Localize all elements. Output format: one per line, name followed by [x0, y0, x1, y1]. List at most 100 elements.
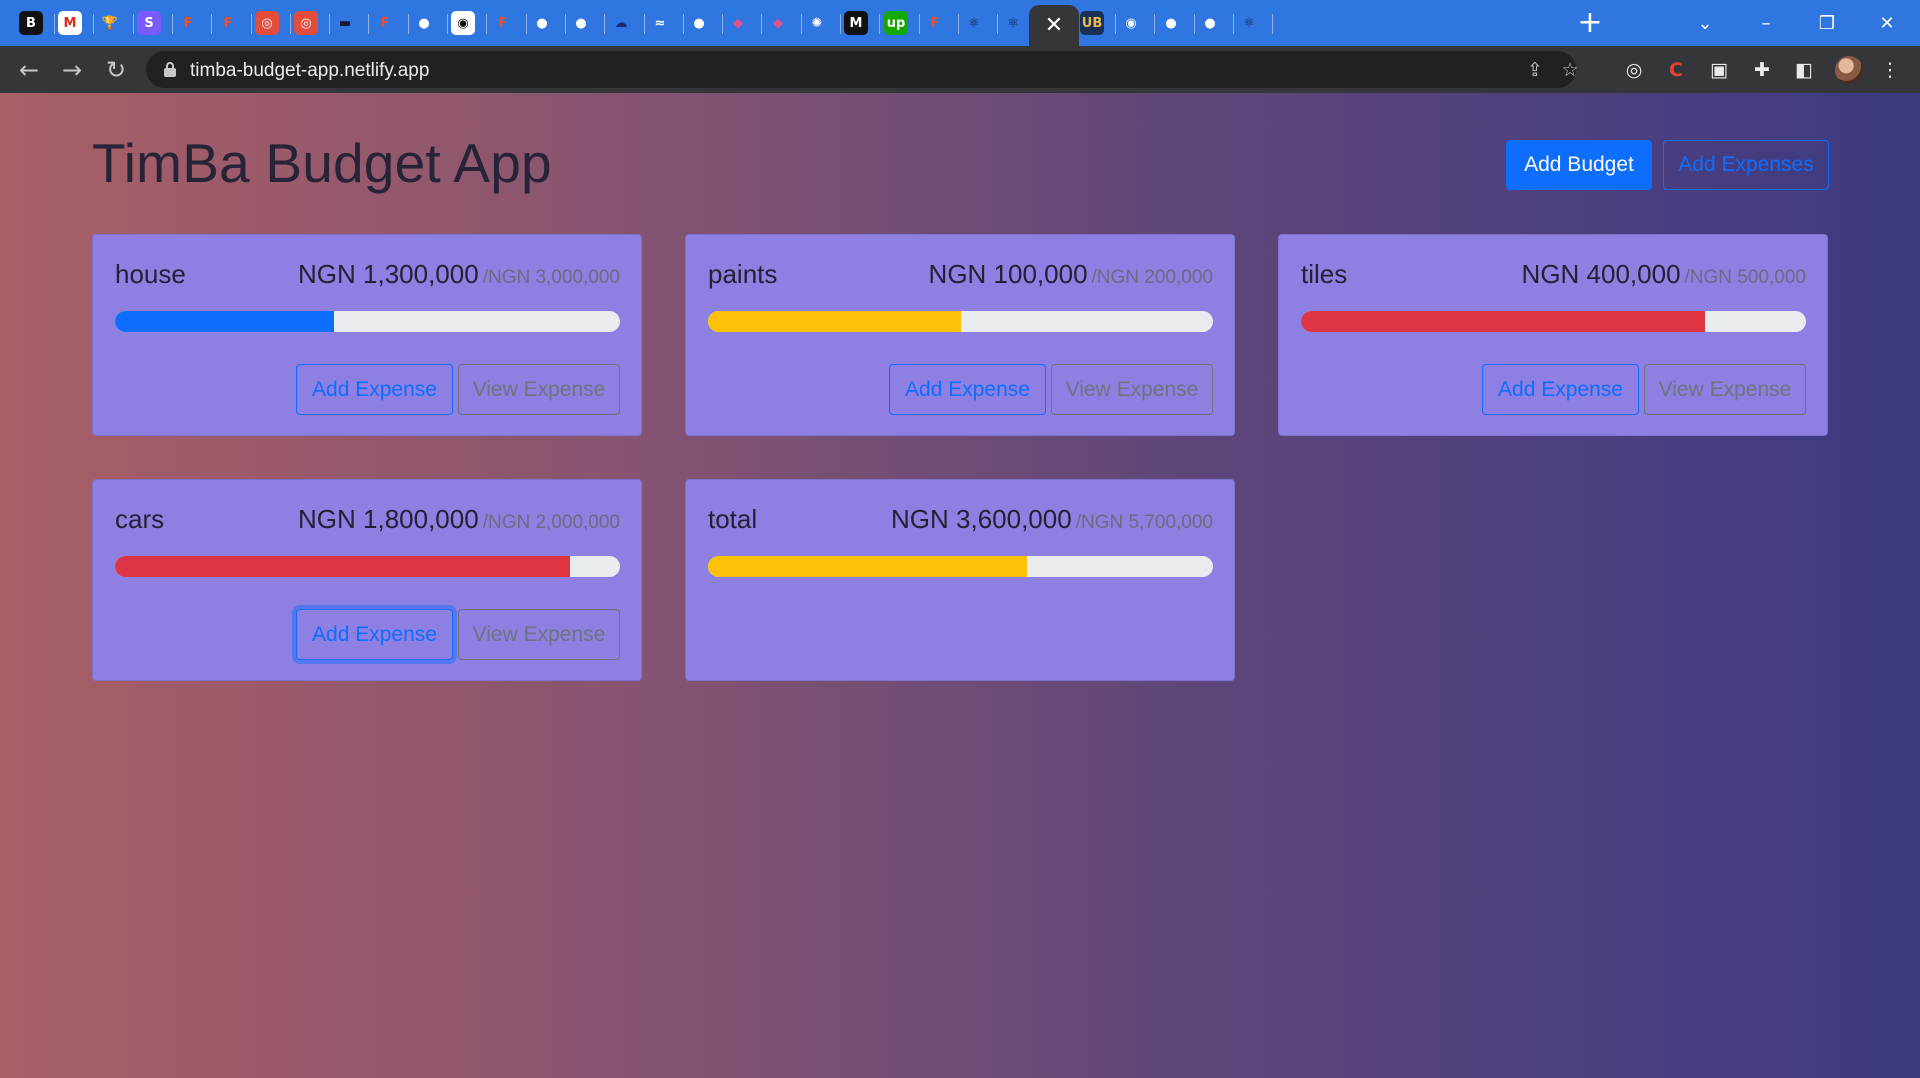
- budget-amounts: NGN 100,000/NGN 200,000: [929, 259, 1213, 290]
- budget-progress-bar: [115, 556, 620, 577]
- bookmark-star-icon[interactable]: ☆: [1559, 59, 1581, 81]
- budget-spent-amount: NGN 400,000: [1521, 259, 1681, 289]
- stack-icon: ◆: [773, 15, 783, 31]
- budget-amounts: NGN 3,600,000/NGN 5,700,000: [891, 504, 1213, 535]
- github-icon: ●: [693, 15, 705, 31]
- budget-max-amount: /NGN 500,000: [1684, 267, 1806, 288]
- share-icon[interactable]: ⇪: [1524, 59, 1546, 81]
- github-icon: ●: [536, 15, 548, 31]
- budget-name: paints: [708, 259, 778, 289]
- window-close-icon[interactable]: ✕: [1858, 0, 1916, 46]
- add-expenses-button[interactable]: Add Expenses: [1663, 140, 1829, 190]
- figma-icon: F: [930, 15, 940, 31]
- kebab-menu-icon[interactable]: ⋮: [1878, 58, 1902, 82]
- profile-avatar[interactable]: [1835, 56, 1863, 84]
- budget-amounts: NGN 1,800,000/NGN 2,000,000: [298, 504, 620, 535]
- address-bar[interactable]: timba-budget-app.netlify.app ⇪ ☆: [146, 51, 1579, 88]
- budget-spent-amount: NGN 1,800,000: [298, 504, 479, 534]
- c-extension-icon[interactable]: C: [1664, 58, 1688, 82]
- tab-separator: [1272, 14, 1273, 34]
- app-page: TimBa Budget App Add Budget Add Expenses…: [0, 93, 1920, 1078]
- add-expense-button[interactable]: Add Expense: [296, 364, 453, 415]
- budget-name: house: [115, 259, 186, 289]
- minimize-icon[interactable]: –: [1737, 0, 1795, 46]
- reload-icon[interactable]: ↻: [100, 54, 132, 86]
- coding-tab-icon: ◎: [294, 11, 318, 35]
- budget-card: paints NGN 100,000/NGN 200,000 Add Expen…: [685, 234, 1235, 436]
- forward-arrow-icon[interactable]: →: [56, 54, 88, 86]
- medium-icon: M: [844, 11, 868, 35]
- github-icon: ●: [1204, 15, 1216, 31]
- browser-tab-strip: B M 🏆 S F F ◎ ◎ ▬ F ● ◉ F ● ● ☁ ≈ ● ◆ ◆ ✺ Mup F ⚛ ⚛ ✕ UB ◉ ● ● ⚛ + ⌄ –…: [0, 0, 1920, 46]
- budget-card: cars NGN 1,800,000/NGN 2,000,000 Add Exp…: [92, 479, 642, 681]
- react-icon: ⚛: [1243, 15, 1255, 31]
- trophy-icon: 🏆: [101, 15, 119, 31]
- budget-progress-fill: [115, 556, 570, 577]
- budget-card: tiles NGN 400,000/NGN 500,000 Add Expens…: [1278, 234, 1828, 436]
- lock-icon: [164, 62, 176, 77]
- budget-card: total NGN 3,600,000/NGN 5,700,000: [685, 479, 1235, 681]
- restore-icon[interactable]: ❐: [1798, 0, 1856, 46]
- budget-spent-amount: NGN 3,600,000: [891, 504, 1072, 534]
- budget-max-amount: /NGN 5,700,000: [1075, 512, 1213, 533]
- add-budget-button[interactable]: Add Budget: [1506, 140, 1652, 190]
- budget-progress-bar: [1301, 311, 1806, 332]
- browser-toolbar: ← → ↻ timba-budget-app.netlify.app ⇪ ☆ ◎…: [0, 46, 1920, 93]
- chrome-icon: ◉: [1125, 15, 1137, 31]
- budget-name: total: [708, 504, 758, 534]
- stack-icon: ◆: [733, 15, 743, 31]
- figma-icon: F: [183, 15, 193, 31]
- budget-amounts: NGN 1,300,000/NGN 3,000,000: [298, 259, 620, 290]
- github-icon: ●: [418, 15, 430, 31]
- react-icon: ⚛: [968, 15, 980, 31]
- coding-tab-icon: ◎: [255, 11, 279, 35]
- cloud-icon: ☁: [614, 15, 628, 31]
- browser-tab[interactable]: ⚛: [1225, 5, 1273, 41]
- new-tab-button[interactable]: +: [1574, 7, 1606, 39]
- budget-progress-fill: [708, 556, 1027, 577]
- ub-icon: UB: [1080, 11, 1104, 35]
- close-icon[interactable]: ✕: [1045, 14, 1063, 37]
- budget-max-amount: /NGN 200,000: [1091, 267, 1213, 288]
- document-icon: ▬: [338, 15, 352, 31]
- budget-progress-bar: [708, 311, 1213, 332]
- openai-icon: ✺: [811, 15, 823, 31]
- view-expense-button[interactable]: View Expense: [458, 364, 620, 415]
- gmail-icon: M: [58, 11, 82, 35]
- circle-logo-icon: ◉: [451, 11, 475, 35]
- figma-icon: F: [380, 15, 390, 31]
- figma-icon: F: [498, 15, 508, 31]
- budget-max-amount: /NGN 3,000,000: [482, 267, 620, 288]
- target-extension-icon[interactable]: ◎: [1622, 58, 1646, 82]
- github-icon: ●: [575, 15, 587, 31]
- react-icon: ⚛: [1007, 15, 1019, 31]
- bereal-icon: B: [19, 11, 43, 35]
- budget-progress-fill: [115, 311, 334, 332]
- add-expense-button[interactable]: Add Expense: [1482, 364, 1639, 415]
- tailwind-icon: ≈: [654, 15, 666, 31]
- add-expense-button[interactable]: Add Expense: [296, 609, 453, 660]
- budget-amounts: NGN 400,000/NGN 500,000: [1522, 259, 1806, 290]
- budget-spent-amount: NGN 1,300,000: [298, 259, 479, 289]
- tab-search-chevron-icon[interactable]: ⌄: [1676, 0, 1734, 46]
- budget-progress-bar: [115, 311, 620, 332]
- budget-name: tiles: [1301, 259, 1348, 289]
- budget-progress-fill: [1301, 311, 1705, 332]
- url-text: timba-budget-app.netlify.app: [190, 60, 430, 81]
- view-expense-button[interactable]: View Expense: [1051, 364, 1213, 415]
- figma-icon: F: [223, 15, 233, 31]
- page-title: TimBa Budget App: [92, 132, 552, 194]
- add-expense-button[interactable]: Add Expense: [889, 364, 1046, 415]
- budget-card: house NGN 1,300,000/NGN 3,000,000 Add Ex…: [92, 234, 642, 436]
- extensions-puzzle-icon[interactable]: ✚: [1750, 58, 1774, 82]
- camera-icon[interactable]: ▣: [1707, 58, 1731, 82]
- budget-progress-bar: [708, 556, 1213, 577]
- side-panel-icon[interactable]: ◧: [1792, 58, 1816, 82]
- stripe-icon: S: [137, 11, 161, 35]
- budget-spent-amount: NGN 100,000: [928, 259, 1088, 289]
- back-arrow-icon[interactable]: ←: [13, 54, 45, 86]
- budget-name: cars: [115, 504, 165, 534]
- view-expense-button[interactable]: View Expense: [1644, 364, 1806, 415]
- view-expense-button[interactable]: View Expense: [458, 609, 620, 660]
- budget-max-amount: /NGN 2,000,000: [482, 512, 620, 533]
